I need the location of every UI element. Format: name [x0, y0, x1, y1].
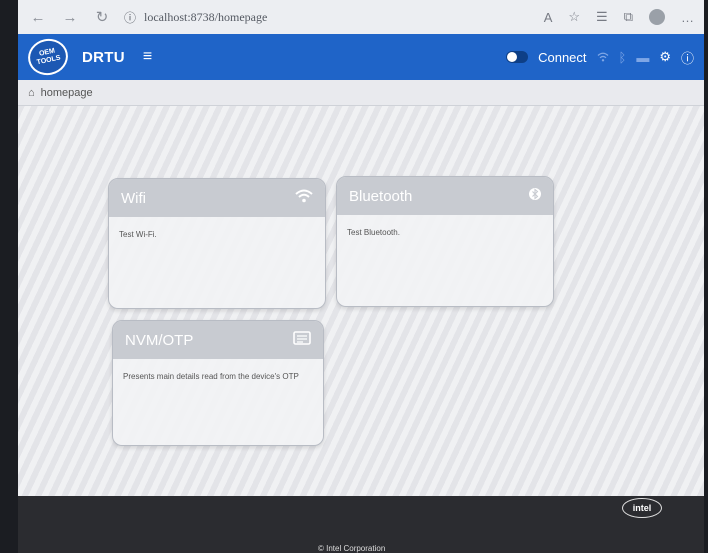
connect-label[interactable]: Connect: [538, 50, 586, 65]
oem-tools-logo[interactable]: OEM TOOLS: [24, 35, 72, 79]
footer: intel © Intel Corporation: [18, 496, 704, 553]
favorite-icon[interactable]: ☆: [568, 9, 580, 25]
browser-toolbar: ← → ↻ ⓘ localhost:8738/homepage A ☆ ☰ ⧉ …: [18, 0, 704, 34]
bluetooth-status-icon: ᛒ: [618, 49, 627, 65]
address-bar[interactable]: ⓘ localhost:8738/homepage: [124, 9, 267, 26]
card-header: Bluetooth: [337, 177, 553, 215]
browser-actions: A ☆ ☰ ⧉ …: [544, 9, 694, 25]
app-title: DRTU: [82, 48, 125, 66]
info-icon[interactable]: ⓘ: [124, 9, 136, 26]
url-text[interactable]: localhost:8738/homepage: [144, 10, 267, 25]
menu-button[interactable]: ≡: [143, 48, 152, 66]
header-actions: Connect ᛒ ▬ ⚙ ⓘ: [506, 48, 694, 67]
main-content: Wifi Test Wi-Fi. Bluetooth Test Bluetoot…: [18, 106, 704, 496]
card-description: Presents main details read from the devi…: [123, 372, 299, 381]
forward-icon[interactable]: →: [60, 9, 80, 26]
memory-icon: [293, 331, 311, 349]
wifi-status-icon: [597, 50, 609, 65]
wifi-card[interactable]: Wifi Test Wi-Fi.: [108, 178, 326, 309]
connect-toggle[interactable]: [506, 51, 529, 63]
more-icon[interactable]: …: [681, 10, 694, 25]
card-header: Wifi: [109, 179, 325, 217]
screen: ← → ↻ ⓘ localhost:8738/homepage A ☆ ☰ ⧉ …: [18, 0, 704, 553]
card-description: Test Bluetooth.: [347, 228, 400, 237]
device-status-icon: ▬: [636, 49, 650, 65]
breadcrumb-homepage[interactable]: homepage: [41, 87, 93, 99]
intel-logo: intel: [622, 498, 662, 518]
back-icon[interactable]: ←: [28, 9, 48, 26]
home-icon[interactable]: ⌂: [28, 87, 35, 99]
wifi-icon: [295, 189, 313, 207]
profile-icon[interactable]: [649, 9, 665, 25]
card-title: NVM/OTP: [125, 331, 194, 349]
card-title: Bluetooth: [349, 187, 413, 205]
bluetooth-card[interactable]: Bluetooth Test Bluetooth.: [336, 176, 554, 307]
favorites-list-icon[interactable]: ☰: [596, 9, 608, 25]
card-description: Test Wi-Fi.: [119, 230, 157, 239]
info-circle-icon[interactable]: ⓘ: [681, 48, 694, 67]
card-title: Wifi: [121, 189, 146, 207]
copyright-text: © Intel Corporation: [318, 544, 386, 553]
refresh-icon[interactable]: ↻: [92, 8, 112, 26]
breadcrumb: ⌂ homepage: [18, 80, 704, 106]
bluetooth-icon: [529, 186, 541, 206]
read-aloud-icon[interactable]: A: [544, 10, 553, 25]
card-header: NVM/OTP: [113, 321, 323, 359]
nvm-otp-card[interactable]: NVM/OTP Presents main details read from …: [112, 320, 324, 446]
gear-icon[interactable]: ⚙: [659, 49, 671, 65]
app-header: OEM TOOLS DRTU ≡ Connect ᛒ ▬ ⚙ ⓘ: [18, 34, 704, 80]
collections-icon[interactable]: ⧉: [624, 9, 633, 25]
